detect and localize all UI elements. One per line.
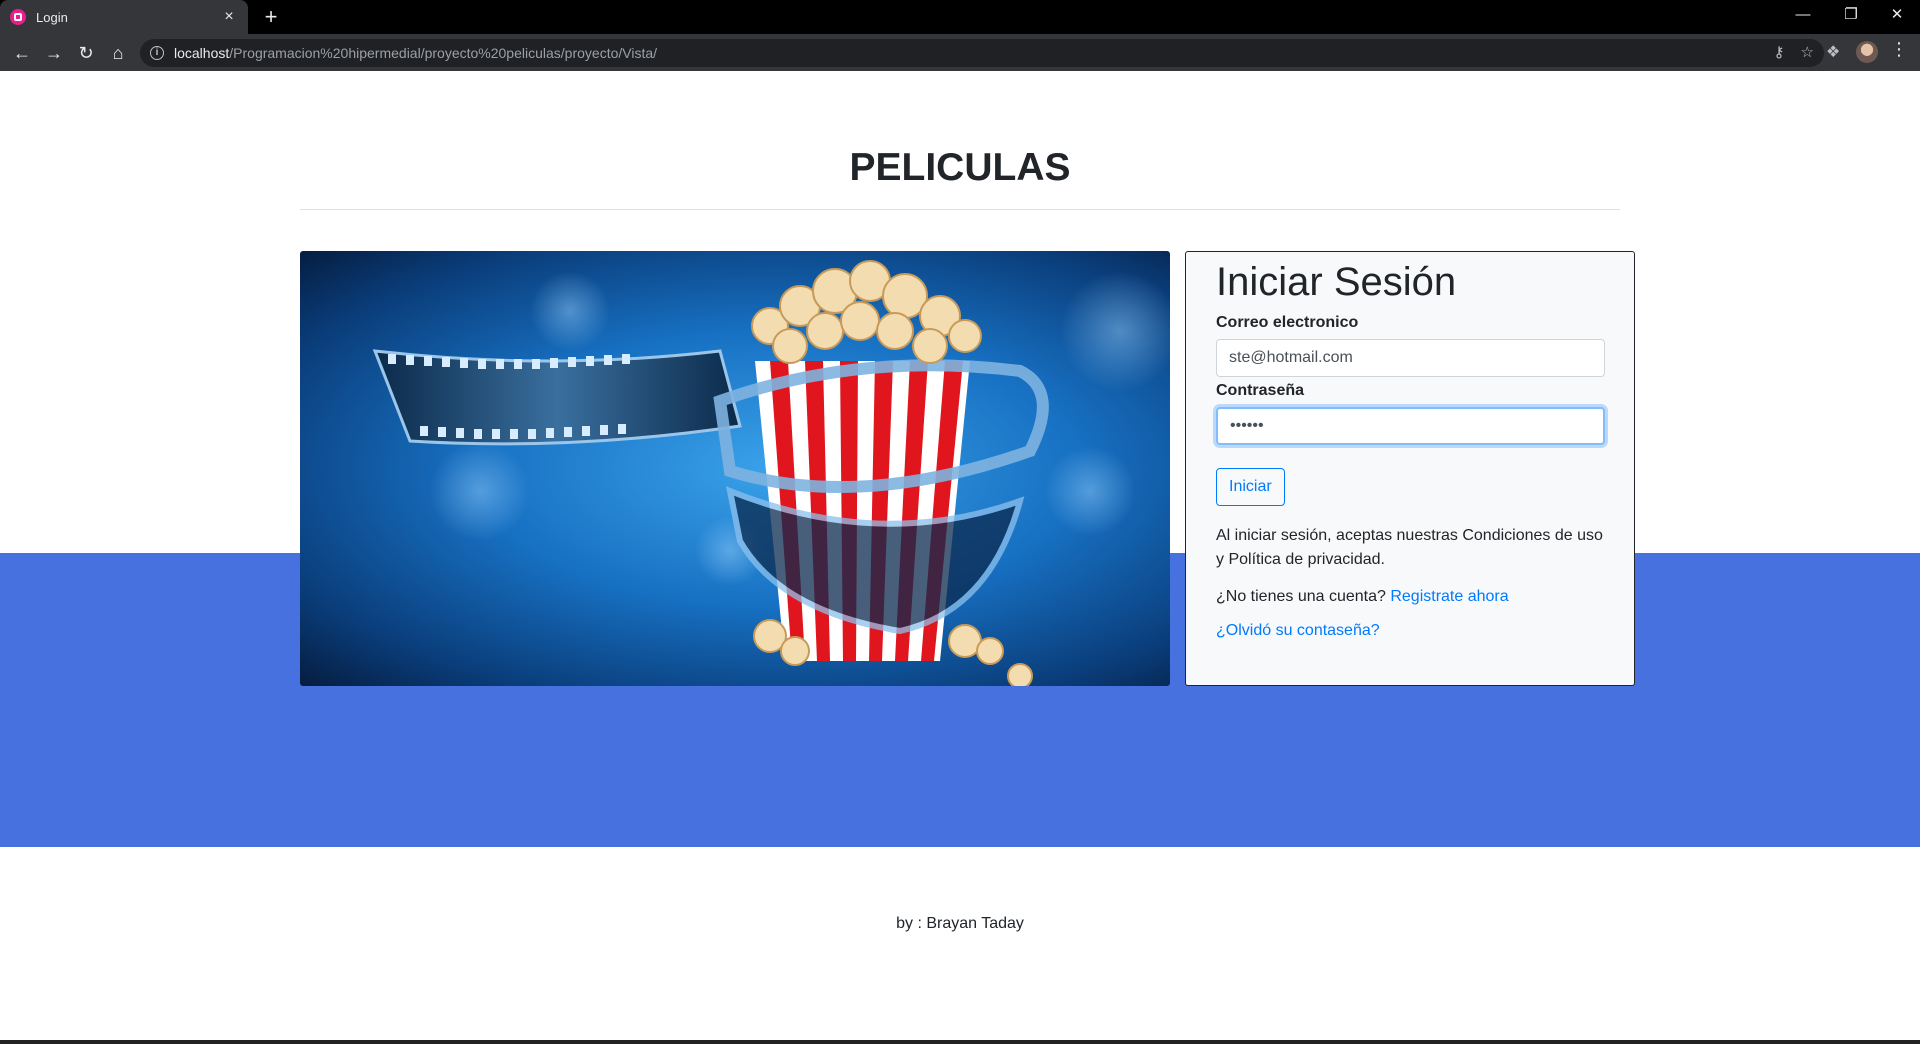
site-info-icon[interactable]: i (150, 46, 164, 60)
login-heading: Iniciar Sesión (1216, 260, 1457, 304)
password-field[interactable]: •••••• (1216, 407, 1605, 445)
menu-icon[interactable]: ⋮ (1890, 39, 1908, 60)
hero-image (300, 251, 1170, 686)
forward-icon[interactable]: → (40, 39, 68, 67)
taskbar-edge (0, 1040, 1920, 1044)
restore-icon[interactable]: ❐ (1828, 0, 1874, 30)
footer-credit: by : Brayan Taday (896, 915, 1024, 932)
home-icon[interactable]: ⌂ (104, 39, 132, 67)
reload-icon[interactable]: ↻ (72, 39, 100, 67)
signup-link[interactable]: Registrate ahora (1390, 588, 1508, 605)
signup-row: ¿No tienes una cuenta? Registrate ahora (1216, 588, 1604, 606)
page-title: PELICULAS (849, 146, 1071, 189)
browser-window: Login × + — ❐ ✕ ← → ↻ ⌂ i localhost/Prog… (0, 0, 1920, 1044)
key-icon[interactable]: ⚷ (1774, 43, 1785, 61)
url-host: localhost (174, 45, 230, 61)
browser-toolbar: ← → ↻ ⌂ i localhost/Programacion%20hiper… (0, 34, 1920, 71)
terms-text: Al iniciar sesión, aceptas nuestras Cond… (1216, 527, 1603, 568)
tab-title: Login (36, 9, 68, 25)
tab-login[interactable]: Login × (0, 0, 248, 34)
profile-avatar[interactable] (1856, 41, 1878, 63)
tab-close-icon[interactable]: × (220, 8, 238, 26)
iniciar-button[interactable]: Iniciar (1216, 468, 1285, 506)
email-field[interactable]: ste@hotmail.com (1216, 339, 1605, 377)
address-bar[interactable]: i localhost/Programacion%20hipermedial/p… (140, 39, 1824, 67)
divider (300, 209, 1620, 210)
url-path: /Programacion%20hipermedial/proyecto%20p… (229, 45, 658, 61)
new-tab-button[interactable]: + (258, 4, 284, 30)
email-label: Correo electronico (1216, 314, 1359, 331)
forgot-password-link[interactable]: ¿Olvidó su contaseña? (1216, 622, 1604, 640)
extensions-icon[interactable]: ❖ (1826, 42, 1840, 62)
minimize-icon[interactable]: — (1780, 0, 1826, 30)
close-window-icon[interactable]: ✕ (1874, 0, 1920, 30)
signup-prompt: ¿No tienes una cuenta? (1216, 588, 1391, 605)
favicon-icon (10, 9, 26, 25)
login-card: Iniciar Sesión Correo electronico ste@ho… (1185, 251, 1635, 686)
bookmark-star-icon[interactable]: ☆ (1801, 43, 1814, 61)
tab-bar: Login × + — ❐ ✕ (0, 0, 1920, 34)
back-icon[interactable]: ← (8, 39, 36, 67)
password-label: Contraseña (1216, 382, 1305, 399)
page-viewport: PELICULAS Iniciar Sesión Correo electron… (0, 71, 1920, 1040)
